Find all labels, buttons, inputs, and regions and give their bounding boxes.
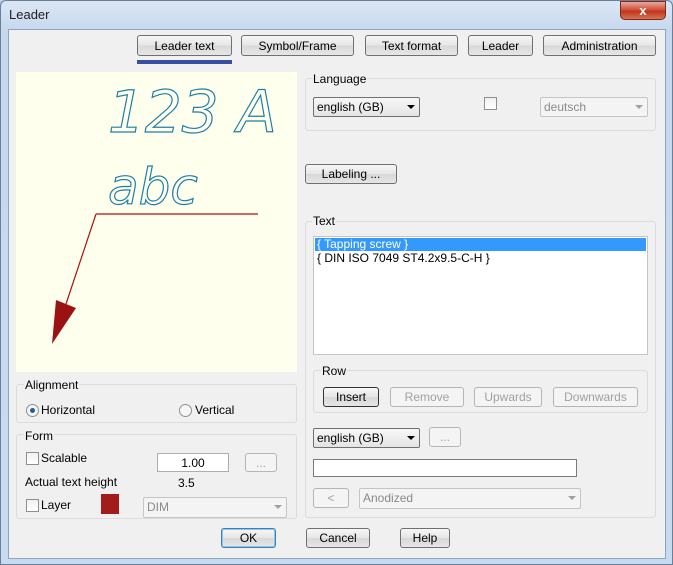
ok-button[interactable]: OK: [221, 528, 276, 548]
finish-select[interactable]: Anodized: [359, 488, 581, 509]
tab-symbol-frame[interactable]: Symbol/Frame: [241, 35, 354, 56]
language-select[interactable]: english (GB): [313, 97, 420, 117]
cancel-button[interactable]: Cancel: [306, 528, 370, 548]
layer-checkbox[interactable]: [26, 499, 39, 512]
chevron-down-icon: [407, 105, 415, 109]
tab-administration[interactable]: Administration: [543, 35, 656, 56]
second-language-select[interactable]: deutsch: [540, 97, 648, 117]
leader-arrowhead: [52, 300, 76, 344]
upwards-button[interactable]: Upwards: [474, 387, 542, 407]
text-entry-field[interactable]: [313, 459, 577, 477]
chevron-down-icon: [568, 496, 576, 500]
scalable-checkbox[interactable]: [26, 452, 39, 465]
close-button[interactable]: x: [620, 1, 666, 20]
leader-line: [65, 213, 97, 305]
vertical-radio[interactable]: [179, 404, 192, 417]
downwards-button[interactable]: Downwards: [553, 387, 638, 407]
preview-text-line1: 123 A: [108, 78, 277, 146]
chevron-down-icon: [407, 436, 415, 440]
tab-leader-text[interactable]: Leader text: [137, 35, 232, 56]
form-label: Form: [24, 429, 54, 443]
vertical-label: Vertical: [195, 403, 235, 417]
list-item[interactable]: { DIN ISO 7049 ST4.2x9.5-C-H }: [315, 252, 646, 265]
leader-preview-graphic: 123 A abc: [52, 77, 277, 344]
labeling-button[interactable]: Labeling ...: [305, 164, 397, 184]
finish-select-value: Anodized: [363, 491, 414, 505]
insert-button[interactable]: Insert: [323, 387, 379, 407]
text-label: Text: [312, 214, 337, 228]
scale-input[interactable]: 1.00: [157, 453, 229, 472]
text-language-select[interactable]: english (GB): [313, 428, 420, 448]
second-language-value: deutsch: [544, 100, 587, 114]
window-title: Leader: [9, 7, 50, 22]
horizontal-radio[interactable]: [26, 404, 39, 417]
actual-text-height-label: Actual text height: [25, 475, 118, 489]
actual-text-height-value: 3.5: [178, 476, 195, 490]
active-tab-indicator: [137, 60, 232, 64]
chevron-down-icon: [635, 105, 643, 109]
layer-select[interactable]: DIM: [143, 497, 287, 518]
back-button[interactable]: <: [313, 488, 349, 508]
layer-select-value: DIM: [147, 500, 169, 514]
text-listbox[interactable]: { Tapping screw } { DIN ISO 7049 ST4.2x9…: [313, 236, 648, 355]
preview-panel: 123 A abc: [16, 72, 297, 372]
layer-color-swatch[interactable]: [101, 494, 119, 514]
row-label: Row: [321, 364, 348, 378]
preview-text-line2: abc: [108, 158, 198, 216]
tab-text-format[interactable]: Text format: [365, 35, 458, 56]
remove-button[interactable]: Remove: [390, 387, 464, 407]
second-language-checkbox[interactable]: [484, 97, 497, 110]
horizontal-label: Horizontal: [41, 403, 96, 417]
scale-options-button[interactable]: ...: [245, 453, 277, 472]
scalable-label: Scalable: [41, 451, 88, 465]
text-options-button[interactable]: ...: [429, 427, 461, 447]
language-label: Language: [312, 72, 368, 86]
tab-leader[interactable]: Leader: [468, 35, 533, 56]
text-language-value: english (GB): [317, 431, 384, 445]
alignment-label: Alignment: [24, 378, 80, 392]
help-button[interactable]: Help: [400, 528, 450, 548]
chevron-down-icon: [274, 505, 282, 509]
layer-label: Layer: [41, 498, 72, 512]
language-select-value: english (GB): [317, 100, 384, 114]
list-item[interactable]: { Tapping screw }: [315, 238, 646, 251]
